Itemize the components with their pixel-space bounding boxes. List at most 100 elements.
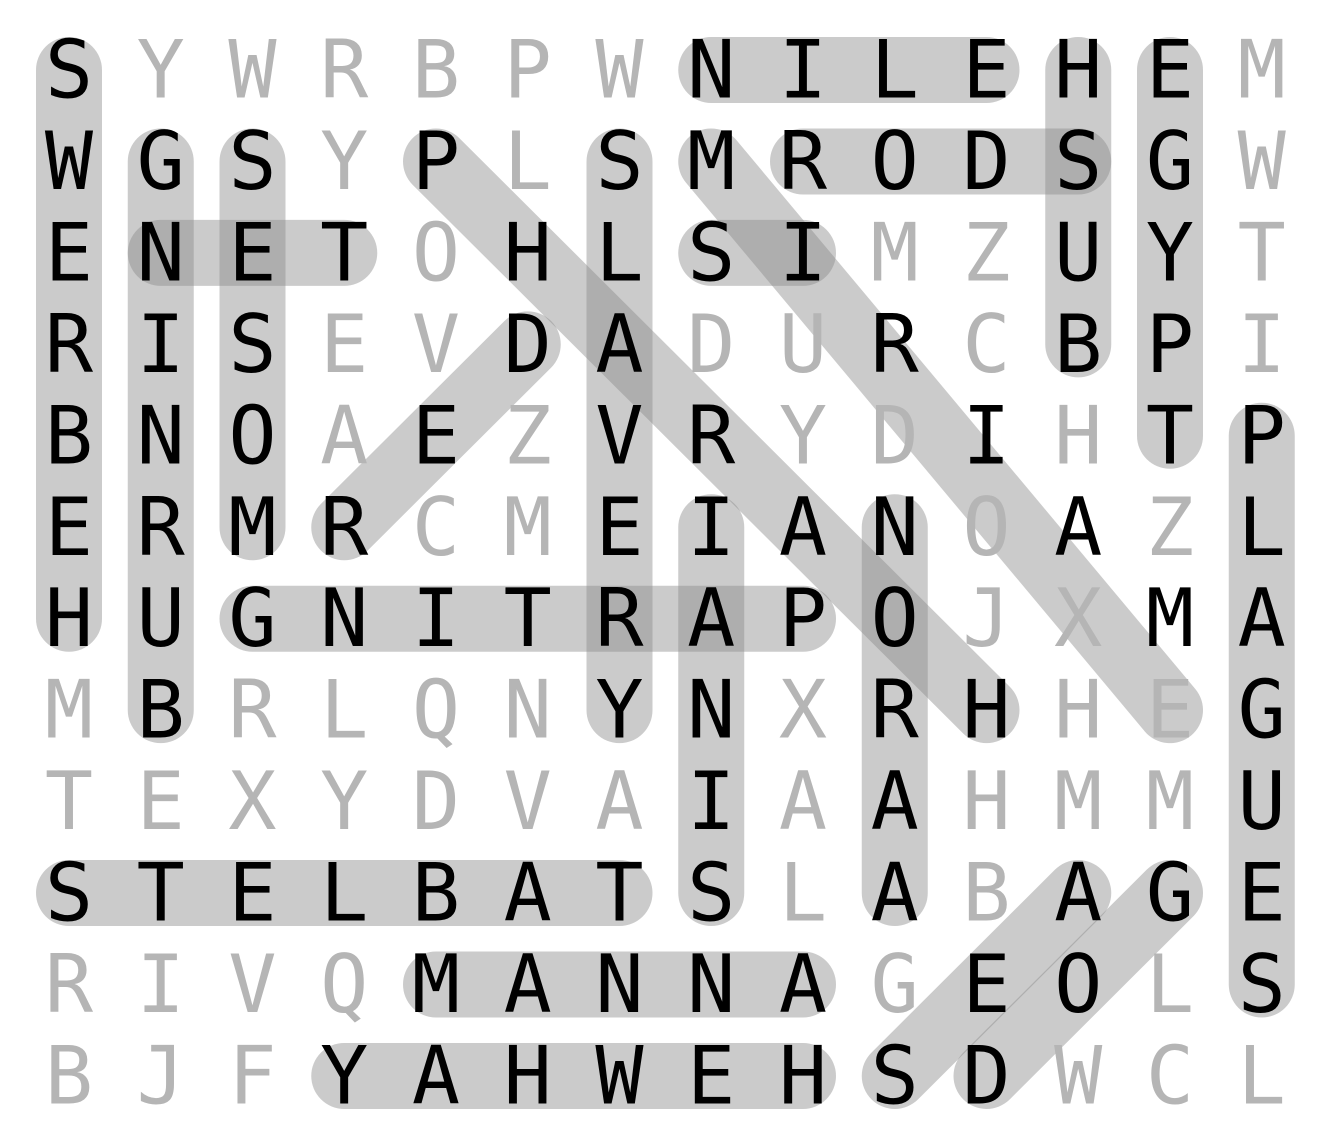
word-search-puzzle: S Y W R B P W N I L E H E MW G S Y P L S M R O D S G WE N E T O H L S I M Z U… (36, 24, 1295, 1122)
grid-letter: U (1054, 206, 1102, 299)
grid-letter: D (412, 755, 460, 848)
grid-letter: M (228, 481, 276, 574)
grid-letter: T (504, 572, 552, 665)
grid-letter: A (1054, 481, 1102, 574)
grid-letter: C (412, 481, 460, 574)
grid-letter: T (45, 755, 93, 848)
grid-letter: U (779, 298, 827, 391)
grid-letter: A (871, 755, 919, 848)
grid-letter: I (1238, 298, 1286, 391)
grid-letter: Y (1146, 206, 1194, 299)
grid-letter: M (1146, 572, 1194, 665)
grid-letter: M (504, 481, 552, 574)
grid-letter: R (595, 572, 644, 665)
grid-letter: H (962, 664, 1010, 757)
grid-letter: N (320, 572, 368, 665)
grid-letter: A (779, 755, 827, 848)
grid-letter: T (1238, 206, 1286, 299)
grid-letter: R (871, 664, 920, 757)
grid-letter: I (137, 938, 185, 1031)
grid-letter: V (504, 755, 552, 848)
grid-letter: S (1238, 938, 1286, 1031)
grid-letter: F (228, 1029, 276, 1122)
grid-letter: A (320, 389, 368, 482)
grid-letter: T (1146, 389, 1194, 482)
grid-letter: X (779, 664, 827, 757)
grid-letter: X (1054, 572, 1102, 665)
grid-letter: B (137, 664, 185, 757)
grid-letter: E (1146, 664, 1194, 757)
grid-letter: S (595, 115, 643, 208)
grid-letter: D (871, 389, 919, 482)
grid-letter: S (228, 115, 276, 208)
grid-letter: L (320, 847, 368, 940)
grid-letter: G (228, 572, 276, 665)
grid-letter: P (1238, 389, 1286, 482)
grid-letter: C (1146, 1029, 1194, 1122)
grid-letter: H (504, 206, 552, 299)
grid-letter: H (1054, 664, 1102, 757)
grid-letter: E (1238, 847, 1286, 940)
grid-letter: G (1146, 115, 1194, 208)
grid-letter: E (962, 24, 1010, 117)
grid-letter: S (687, 847, 735, 940)
grid-letter: B (1054, 298, 1102, 391)
grid-letter: P (779, 572, 827, 665)
grid-letter: W (1238, 115, 1287, 208)
grid-letter: X (228, 755, 276, 848)
grid-letter: B (412, 24, 460, 117)
grid-letter: L (320, 664, 368, 757)
grid-letter: O (871, 115, 919, 208)
grid-letter: E (962, 938, 1010, 1031)
grid-letter: H (962, 755, 1010, 848)
grid-letter: Z (962, 206, 1010, 299)
grid-letter: A (595, 298, 643, 391)
grid-letter: U (137, 572, 185, 665)
grid-letter: Y (320, 115, 368, 208)
grid-letter: T (595, 847, 643, 940)
grid-letter: B (45, 389, 93, 482)
grid-letter: O (412, 206, 460, 299)
grid-letter: Q (320, 938, 368, 1031)
grid-letter: N (687, 664, 735, 757)
grid-letter: N (137, 389, 185, 482)
grid-letter: O (871, 572, 919, 665)
grid-letter: G (137, 115, 185, 208)
grid-letter: E (320, 298, 368, 391)
grid-letter: S (45, 24, 93, 117)
grid-letter: S (228, 298, 276, 391)
grid-letter: V (412, 298, 460, 391)
grid-letter: Q (412, 664, 460, 757)
grid-letter: L (504, 115, 552, 208)
grid-letter: R (871, 298, 920, 391)
grid-letter: M (687, 115, 735, 208)
grid-letter: W (45, 115, 94, 208)
grid-letter: H (504, 1029, 552, 1122)
grid-letter: N (504, 664, 552, 757)
grid-letter: M (1054, 755, 1102, 848)
grid-letter: I (962, 389, 1010, 482)
grid-letter: Y (320, 1029, 368, 1122)
grid-letter: D (962, 1029, 1010, 1122)
grid-letter: B (45, 1029, 93, 1122)
grid-letter: M (871, 206, 919, 299)
grid-letter: T (320, 206, 368, 299)
grid-letter: L (1238, 481, 1286, 574)
grid-letter: P (412, 115, 460, 208)
grid-letter: G (1238, 664, 1286, 757)
grid-letter: D (962, 115, 1010, 208)
grid-letter: I (687, 481, 735, 574)
grid-letter: E (228, 206, 276, 299)
grid-letter: V (595, 389, 643, 482)
grid-letter: E (687, 1029, 735, 1122)
grid-letter: W (1054, 1029, 1103, 1122)
grid-letter: E (595, 481, 643, 574)
grid-letter: R (779, 115, 828, 208)
grid-letter: S (687, 206, 735, 299)
grid-letter: Y (320, 755, 368, 848)
grid-letter: M (1146, 755, 1194, 848)
grid-letter: E (412, 389, 460, 482)
grid-letter: W (595, 1029, 644, 1122)
grid-letter: Z (504, 389, 552, 482)
grid-letter: B (962, 847, 1010, 940)
